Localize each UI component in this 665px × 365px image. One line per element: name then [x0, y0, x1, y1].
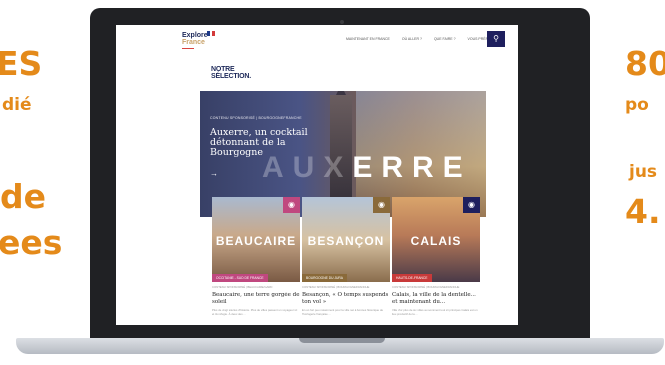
eye-icon[interactable]: ◉ [463, 197, 480, 213]
right-promo-line-1: 80 [625, 44, 665, 83]
card-kicker: CONTENU SPONSORISÉ | BOURGOGNEFRANCHE [392, 285, 460, 289]
card-title[interactable]: Besançon, « Ô temps suspends ton vol » [302, 292, 390, 306]
left-promo-line-4: ees [0, 223, 63, 262]
camera-icon [340, 20, 344, 24]
laptop-notch [299, 338, 385, 343]
card-tag: HAUTS-DE-FRANCE [392, 274, 432, 282]
card-image: CALAIS ◉ HAUTS-DE-FRANCE [392, 197, 480, 282]
card-excerpt: Plus de vingt siècles d'histoire. Plus d… [212, 309, 298, 316]
right-promo-line-2: po [625, 95, 649, 115]
main-nav: MAINTENANT EN FRANCE OÙ ALLER ? QUE FAIR… [346, 37, 497, 41]
card-besancon[interactable]: BESANÇON ◉ BOURGOGNE DU JURA CONTENU SPO… [302, 197, 390, 317]
selection-title-line-2: SÉLECTION. [211, 73, 252, 80]
french-flag-icon [207, 31, 216, 36]
logo-line-2: France [182, 39, 205, 46]
hero-word-main: ERRE [352, 151, 472, 184]
card-title[interactable]: Beaucaire, une terre gorgée de soleil [212, 292, 300, 306]
left-promo-line-3: de [0, 177, 47, 216]
card-calais[interactable]: CALAIS ◉ HAUTS-DE-FRANCE CONTENU SPONSOR… [392, 197, 480, 317]
eye-icon[interactable]: ◉ [373, 197, 390, 213]
card-image: BEAUCAIRE ◉ OCCITANIE - SUD DE FRANCE [212, 197, 300, 282]
card-excerpt: Ville d'or plus de six villes au somment… [392, 309, 478, 316]
card-beaucaire[interactable]: BEAUCAIRE ◉ OCCITANIE - SUD DE FRANCE CO… [212, 197, 300, 317]
nav-item-maintenant[interactable]: MAINTENANT EN FRANCE [346, 37, 390, 41]
search-button[interactable]: ⚲ [487, 31, 505, 47]
card-excerpt: En un fort peu notamment pour la ville n… [302, 309, 384, 316]
right-promo-line-4: 4. [625, 192, 661, 231]
laptop-screen: Explore France MAINTENANT EN FRANCE OÙ A… [116, 25, 518, 325]
logo-underline [182, 48, 194, 49]
card-kicker: CONTENU SPONSORISÉ | BEAUCAIRE/GARD [212, 285, 273, 289]
left-promo-line-1: ES [0, 44, 43, 83]
site-logo[interactable]: Explore France [182, 32, 208, 46]
card-title[interactable]: Calais, la ville de la dentelle... et ma… [392, 292, 480, 306]
hero-big-word: AUXERRE [262, 151, 472, 185]
right-promo-line-3: jus [629, 162, 658, 182]
hero-word-faint: AUX [262, 151, 353, 184]
eye-icon[interactable]: ◉ [283, 197, 300, 213]
card-tag: OCCITANIE - SUD DE FRANCE [212, 274, 268, 282]
card-word: BESANÇON [307, 234, 385, 248]
nav-item-que-faire[interactable]: QUE FAIRE ? [434, 37, 456, 41]
hero-kicker: CONTENU SPONSORISÉ | BOURGOGNEFRANCHE [210, 116, 302, 120]
card-tag: BOURGOGNE DU JURA [302, 274, 348, 282]
arrow-right-icon[interactable]: → [210, 169, 218, 178]
card-word: BEAUCAIRE [215, 234, 297, 248]
left-promo-line-2: dié [2, 95, 32, 115]
logo-line-1: Explore [182, 32, 208, 39]
nav-item-ou-aller[interactable]: OÙ ALLER ? [402, 37, 422, 41]
card-word: CALAIS [410, 234, 462, 248]
card-kicker: CONTENU SPONSORISÉ | BOURGOGNEFRANCHE [302, 285, 370, 289]
card-image: BESANÇON ◉ BOURGOGNE DU JURA [302, 197, 390, 282]
selection-title: NOTRE SÉLECTION. [211, 66, 251, 80]
site-header: Explore France MAINTENANT EN FRANCE OÙ A… [116, 25, 518, 51]
selection-title-line-1: NOTRE [211, 66, 235, 73]
search-icon: ⚲ [493, 34, 499, 43]
